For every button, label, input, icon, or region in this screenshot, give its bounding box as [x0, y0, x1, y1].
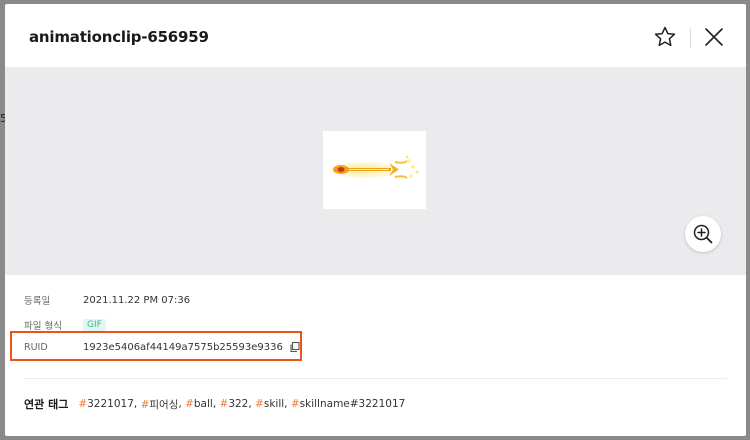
related-tags-row: 연관 태그 #3221017, #피어싱, #ball, #322, #skil…: [24, 397, 406, 412]
registered-label: 등록일: [24, 296, 51, 307]
filetype-label: 파일 형식: [24, 321, 62, 332]
ruid-row: RUID 1923e5406af44149a7575b25593e9336: [24, 339, 301, 355]
registered-row: 등록일 2021.11.22 PM 07:36: [24, 292, 190, 308]
copy-icon: [290, 341, 300, 353]
star-outline-icon: [654, 26, 676, 47]
animation-thumbnail: [323, 131, 426, 209]
tag-link[interactable]: #ball: [185, 398, 213, 410]
preview-area: [5, 67, 746, 275]
modal-title: animationclip-656959: [29, 28, 209, 46]
tag-link[interactable]: #skill: [255, 398, 284, 410]
asset-detail-modal: animationclip-656959 등록일 2021.11.22 PM 0…: [5, 4, 746, 436]
copy-ruid-button[interactable]: [289, 341, 301, 353]
tag-link[interactable]: #3221017: [78, 398, 134, 410]
header-divider: [690, 28, 691, 48]
zoom-in-icon: [693, 224, 713, 244]
tag-link[interactable]: #피어싱: [141, 397, 179, 412]
info-divider: [24, 378, 727, 379]
favorite-button[interactable]: [653, 25, 677, 49]
modal-header: animationclip-656959: [5, 4, 746, 67]
ruid-value: 1923e5406af44149a7575b25593e9336: [83, 341, 283, 353]
close-icon: [705, 28, 723, 46]
tag-link[interactable]: #322: [220, 398, 249, 410]
zoom-button[interactable]: [685, 216, 721, 252]
ruid-label: RUID: [24, 341, 48, 353]
related-tags-label: 연관 태그: [24, 398, 69, 411]
tag-link[interactable]: #skillname#3221017: [291, 398, 405, 410]
close-button[interactable]: [703, 26, 725, 48]
registered-value: 2021.11.22 PM 07:36: [83, 294, 191, 306]
golden-spear-effect-image: [327, 155, 419, 179]
filetype-badge: GIF: [83, 318, 106, 332]
